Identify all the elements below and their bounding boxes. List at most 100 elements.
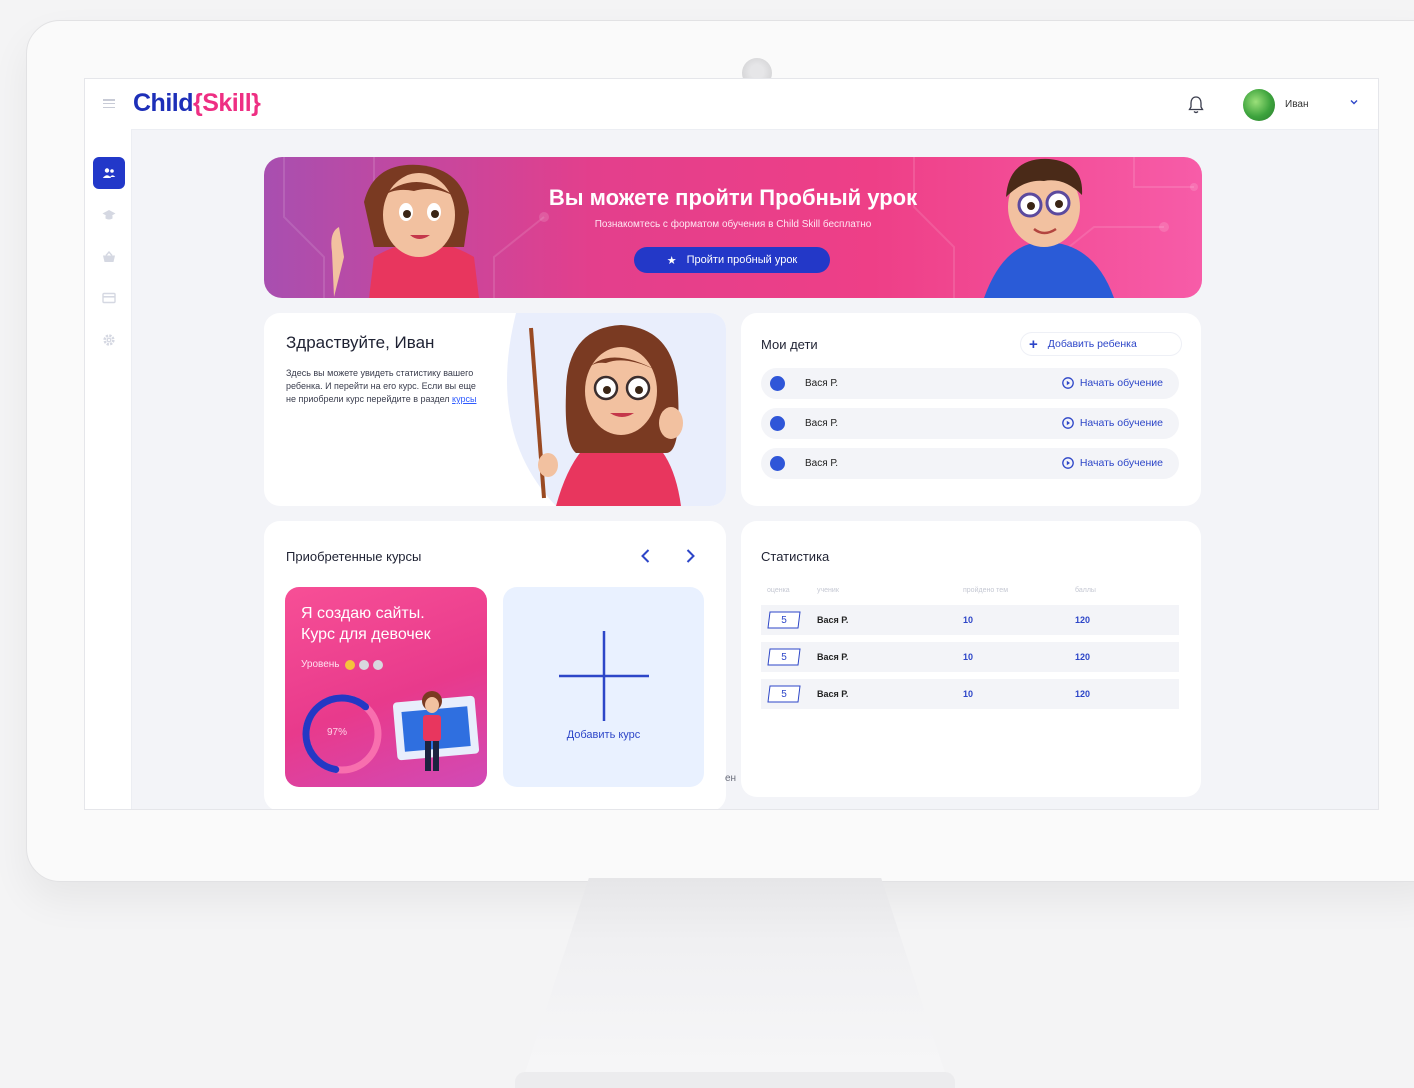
statistics-title: Статистика	[761, 549, 830, 564]
user-name[interactable]: Иван	[1285, 99, 1308, 110]
topics-value: 10	[963, 689, 974, 699]
sidebar-item-shop[interactable]	[93, 241, 125, 273]
table-row: 5 Вася Р. 10 120	[761, 679, 1179, 709]
courses-title: Приобретенные курсы	[286, 549, 422, 564]
column-header-grade: оценка	[767, 587, 790, 594]
add-course-label: Добавить курс	[566, 729, 641, 741]
monitor-stand-base	[515, 1072, 955, 1088]
student-name: Вася Р.	[817, 689, 849, 699]
start-learning-label: Начать обучение	[1079, 417, 1163, 429]
course-title: Я создаю сайты. Курс для девочек	[301, 603, 431, 645]
points-value: 120	[1075, 615, 1091, 625]
greeting-text-body: Здесь вы можете увидеть статистику вашег…	[286, 368, 476, 404]
graduation-cap-icon	[102, 210, 116, 220]
greeting-text: Здесь вы можете увидеть статистику вашег…	[286, 367, 486, 406]
grade-badge: 5	[767, 685, 801, 703]
course-title-line2: Курс для девочек	[301, 626, 431, 643]
courses-link[interactable]: курсы	[452, 394, 476, 404]
logo[interactable]: Child{Skill}	[133, 89, 261, 118]
courses-card: Приобретенные курсы Я создаю сайты. Курс…	[264, 521, 726, 809]
sidebar-item-payments[interactable]	[93, 282, 125, 314]
grade-value: 5	[781, 651, 787, 663]
column-header-points: баллы	[1075, 587, 1096, 594]
start-learning-label: Начать обучение	[1079, 457, 1163, 469]
start-learning-link[interactable]: Начать обучение	[1061, 417, 1163, 429]
child-row: Вася Р. Начать обучение	[761, 448, 1179, 479]
card-icon	[102, 292, 116, 304]
play-circle-icon	[1061, 377, 1074, 389]
topics-value: 10	[963, 652, 974, 662]
chevron-down-icon[interactable]	[1349, 97, 1359, 107]
column-header-topics: пройдено тем	[963, 587, 1009, 594]
users-icon	[102, 168, 116, 178]
child-row: Вася Р. Начать обучение	[761, 408, 1179, 439]
child-row: Вася Р. Начать обучение	[761, 368, 1179, 399]
greeting-title: Здраствуйте, Иван	[286, 333, 435, 352]
column-header-student: ученик	[817, 587, 839, 594]
child-name: Вася Р.	[805, 378, 838, 389]
level-indicator	[344, 659, 383, 670]
child-face-icon	[770, 376, 785, 391]
grade-badge: 5	[767, 648, 801, 666]
sidebar	[85, 129, 132, 809]
table-row: 5 Вася Р. 10 120	[761, 605, 1179, 635]
points-value: 120	[1075, 689, 1091, 699]
grade-value: 5	[781, 688, 787, 700]
add-course-button[interactable]: Добавить курс	[503, 587, 704, 787]
course-card[interactable]: Я создаю сайты. Курс для девочек Уровень…	[285, 587, 487, 787]
level-dot-inactive	[372, 659, 383, 670]
start-learning-label: Начать обучение	[1079, 377, 1163, 389]
star-icon: ★	[666, 254, 677, 267]
app-screen: Child{Skill} Иван Вы можете пройти Пробн…	[84, 78, 1379, 810]
course-title-line1: Я создаю сайты.	[301, 605, 425, 622]
banner-title: Вы можете пройти Пробный урок	[548, 185, 918, 210]
topics-value: 10	[963, 615, 974, 625]
banner-subtitle: Познакомтесь с форматом обучения в Child…	[594, 219, 872, 230]
child-face-icon	[770, 416, 785, 431]
child-name: Вася Р.	[805, 458, 838, 469]
course-illustration	[392, 691, 480, 771]
teacher-illustration	[507, 313, 726, 506]
sidebar-item-parents[interactable]	[93, 157, 125, 189]
avatar[interactable]	[1243, 89, 1275, 121]
student-name: Вася Р.	[817, 652, 849, 662]
gear-icon	[103, 334, 115, 346]
child-face-icon	[770, 456, 785, 471]
logo-part-skill: {Skill}	[193, 89, 261, 117]
stray-text: ен	[725, 773, 737, 784]
monitor-stand	[520, 878, 950, 1088]
logo-part-child: Child	[133, 89, 194, 117]
chevron-left-icon[interactable]	[637, 547, 655, 565]
points-value: 120	[1075, 652, 1091, 662]
trial-lesson-button[interactable]: ★ Пройти пробный урок	[634, 247, 830, 273]
level-dot-inactive	[358, 659, 369, 670]
student-name: Вася Р.	[817, 615, 849, 625]
play-circle-icon	[1061, 417, 1074, 429]
grade-value: 5	[781, 614, 787, 626]
top-bar: Child{Skill} Иван	[85, 79, 1378, 130]
start-learning-link[interactable]: Начать обучение	[1061, 457, 1163, 469]
sidebar-item-settings[interactable]	[93, 324, 125, 356]
course-level: Уровень	[301, 659, 383, 670]
plus-icon: +	[1029, 335, 1038, 353]
children-card: Мои дети + Добавить ребенка Вася Р. Нача…	[741, 313, 1201, 506]
menu-icon[interactable]	[103, 99, 115, 108]
table-row: 5 Вася Р. 10 120	[761, 642, 1179, 672]
start-learning-link[interactable]: Начать обучение	[1061, 377, 1163, 389]
trial-lesson-button-label: Пройти пробный урок	[686, 254, 798, 266]
chevron-right-icon[interactable]	[681, 547, 699, 565]
statistics-card: Статистика оценка ученик пройдено тем ба…	[741, 521, 1201, 797]
sidebar-item-courses[interactable]	[93, 199, 125, 231]
greeting-card: Здраствуйте, Иван Здесь вы можете увидет…	[264, 313, 726, 506]
grade-badge: 5	[767, 611, 801, 629]
play-circle-icon	[1061, 457, 1074, 469]
trial-lesson-banner: Вы можете пройти Пробный урок Познакомте…	[264, 157, 1202, 298]
add-child-button[interactable]: + Добавить ребенка	[1021, 333, 1181, 355]
level-dot-active	[344, 659, 355, 670]
bell-icon[interactable]	[1187, 95, 1205, 115]
course-progress-label: 97%	[327, 727, 348, 738]
child-name: Вася Р.	[805, 418, 838, 429]
children-title: Мои дети	[761, 337, 818, 352]
plus-icon	[559, 631, 649, 721]
course-level-label: Уровень	[301, 659, 340, 670]
